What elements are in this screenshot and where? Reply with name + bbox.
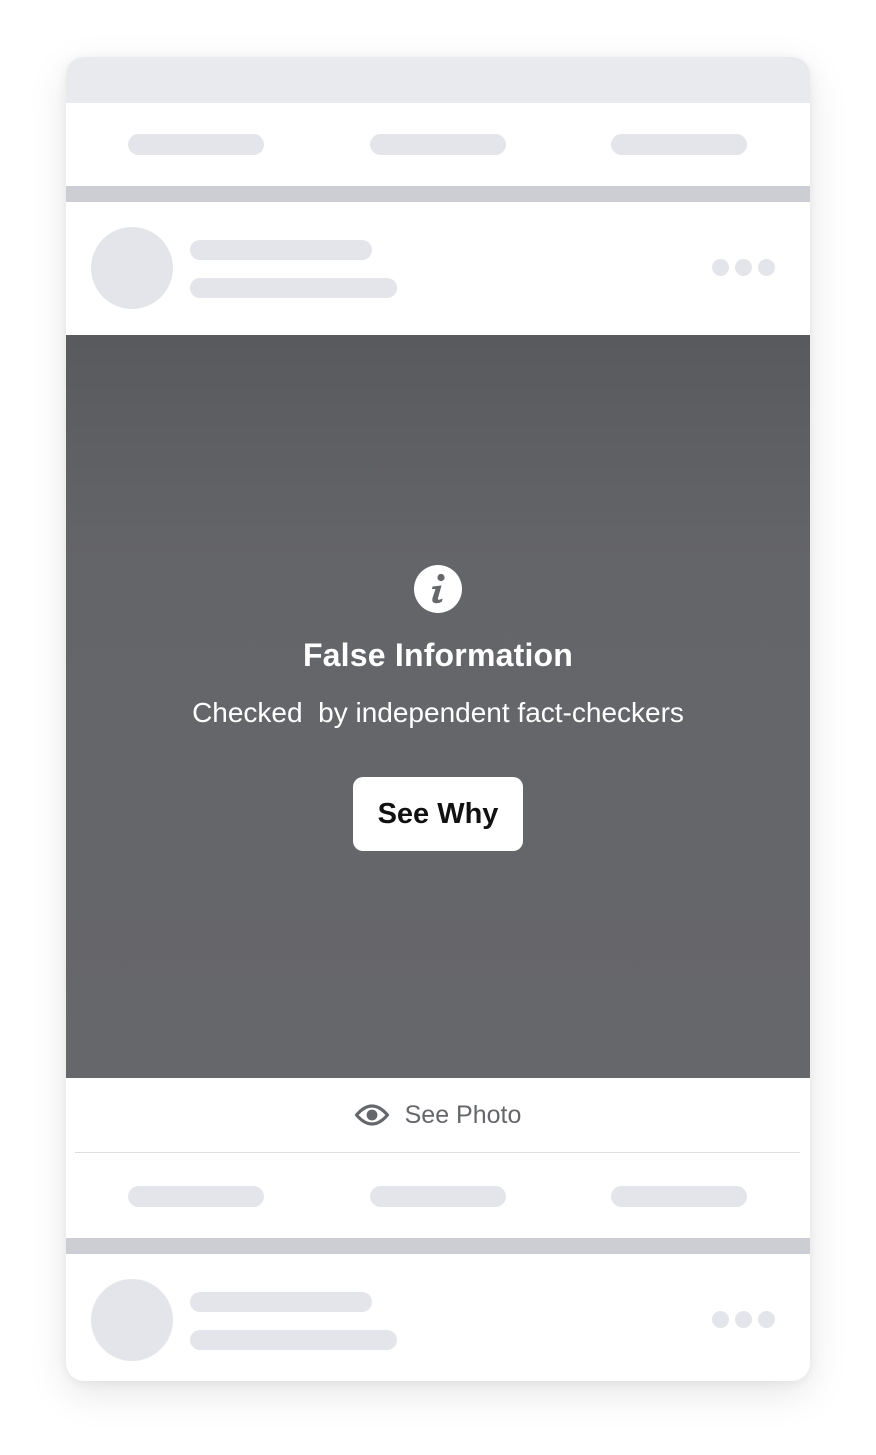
next-avatar-placeholder [91, 1279, 173, 1361]
overlay-title: False Information [302, 637, 574, 673]
feed-divider-bottom [66, 1238, 810, 1254]
see-photo-label: See Photo [404, 1100, 522, 1129]
avatar-placeholder [91, 227, 173, 309]
author-name-placeholder [190, 240, 372, 260]
bottom-action-placeholder-3 [611, 1186, 747, 1207]
next-author-name-placeholder [190, 1292, 372, 1312]
info-icon [414, 565, 462, 613]
post-separator [75, 1152, 800, 1153]
overlay-subtitle: Checked by independent fact-checkers [192, 697, 684, 728]
next-post-meta-placeholder [190, 1330, 397, 1350]
top-action-placeholder-3 [611, 134, 747, 155]
top-action-placeholder-1 [128, 134, 264, 155]
next-more-options-icon[interactable] [712, 1311, 776, 1328]
more-options-icon[interactable] [712, 259, 776, 276]
see-why-button[interactable]: See Why [353, 777, 523, 851]
post-meta-placeholder [190, 278, 397, 298]
false-information-overlay: False Information Checked by independent… [66, 335, 810, 1078]
status-bar-placeholder [66, 57, 810, 103]
phone-frame: False Information Checked by independent… [66, 57, 810, 1381]
top-action-placeholder-2 [370, 134, 506, 155]
eye-icon [354, 1104, 389, 1126]
feed-divider-top [66, 186, 810, 202]
bottom-action-placeholder-1 [128, 1186, 264, 1207]
bottom-action-placeholder-2 [370, 1186, 506, 1207]
see-photo-button[interactable]: See Photo [66, 1078, 810, 1152]
